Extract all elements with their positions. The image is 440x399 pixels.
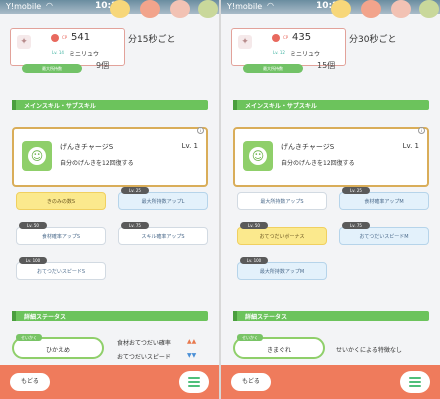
main-skill-name: げんきチャージS — [60, 143, 114, 151]
main-skill-desc: 自分のげんきを12回復する — [60, 160, 134, 167]
main-skill-name: げんきチャージS — [281, 143, 335, 151]
wifi-icon: ◠ — [46, 1, 53, 10]
nature-card[interactable]: せいかく ひかえめ — [12, 334, 104, 359]
nature-effect: おてつだいスピード — [117, 354, 171, 361]
section-header-skills: メインスキル・サブスキル — [233, 100, 429, 110]
menu-button[interactable] — [179, 371, 209, 393]
help-interval: 分15秒ごと — [128, 35, 176, 45]
nature-value: きまぐれ — [266, 347, 291, 354]
info-icon[interactable]: i — [418, 127, 425, 134]
help-interval: 分30秒ごと — [349, 35, 397, 45]
down-arrow-icon: ▼▼ — [187, 352, 197, 359]
pokemon-name: ミニリュウ — [69, 51, 100, 58]
back-button[interactable]: もどる — [231, 373, 271, 391]
subskill-button[interactable]: おてつだいスピードS — [16, 262, 106, 280]
max-carry-button[interactable]: 最大所持数 — [243, 64, 303, 73]
main-skill-desc: 自分のげんきを12回復する — [281, 160, 355, 167]
cp-value: 541 — [71, 32, 91, 43]
main-skill-level: Lv. 1 — [181, 142, 198, 150]
pokemon-thumb[interactable] — [140, 0, 160, 18]
info-icon[interactable]: i — [197, 127, 204, 134]
pokemon-level: Lv. 14 — [52, 50, 64, 55]
subskill-button[interactable]: 最大所持数アップS — [237, 192, 327, 210]
nature-effect: 食材おてつだい確率 — [117, 340, 171, 347]
screen-left: Y!mobile ◠ 10:22 ✦ CP 541 Lv. 14 ミニリュウ 分… — [0, 0, 219, 399]
subskill-button[interactable]: 最大所持数アップM — [237, 262, 327, 280]
carrier-label: Y!mobile — [6, 2, 42, 11]
max-carry-button[interactable]: 最大所持数 — [22, 64, 82, 73]
pokemon-thumb[interactable] — [419, 0, 439, 18]
subskill-button[interactable]: おてつだいスピードM — [339, 227, 429, 245]
skill-icon: ☺ — [22, 141, 52, 171]
subskill-button[interactable]: 食材確率アップM — [339, 192, 429, 210]
pokemon-thumb[interactable] — [331, 0, 351, 18]
pokemon-thumb[interactable] — [110, 0, 130, 18]
cp-label: CP — [283, 35, 289, 40]
subskill-level-tag: Lv. 75 — [121, 222, 149, 229]
bottom-bar: もどる — [0, 365, 219, 399]
subskill-level-tag: Lv. 50 — [240, 222, 268, 229]
nature-tag: せいかく — [237, 334, 263, 341]
cp-label: CP — [62, 35, 68, 40]
back-button[interactable]: もどる — [10, 373, 50, 391]
carry-count: 15個 — [317, 61, 336, 70]
section-header-status: 詳細ステータス — [12, 311, 208, 321]
pokemon-name: ミニリュウ — [290, 51, 321, 58]
section-title: 詳細ステータス — [245, 314, 288, 321]
wifi-icon: ◠ — [267, 1, 274, 10]
subskill-level-tag: Lv. 75 — [342, 222, 370, 229]
section-header-status: 詳細ステータス — [233, 311, 429, 321]
section-title: メインスキル・サブスキル — [24, 103, 96, 110]
menu-icon — [188, 377, 200, 387]
pokemon-sprite-icon: ✦ — [238, 35, 252, 49]
pokemon-thumb[interactable] — [170, 0, 190, 18]
subskill-level-tag: Lv. 25 — [342, 187, 370, 194]
nature-tag: せいかく — [16, 334, 42, 341]
cp-value: 435 — [292, 32, 312, 43]
subskill-button[interactable]: スキル確率アップS — [118, 227, 208, 245]
main-skill-level: Lv. 1 — [402, 142, 419, 150]
cp-icon — [51, 34, 59, 42]
nature-value: ひかえめ — [45, 347, 70, 354]
screen-right: Y!mobile ◠ 10:22 ✦ CP 435 Lv. 12 ミニリュウ 分… — [221, 0, 440, 399]
carry-count: 9個 — [96, 61, 110, 70]
up-arrow-icon: ▲▲ — [187, 338, 197, 345]
nature-card[interactable]: せいかく きまぐれ — [233, 334, 325, 359]
subskill-level-tag: Lv. 100 — [19, 257, 47, 264]
carrier-label: Y!mobile — [227, 2, 263, 11]
skill-icon: ☺ — [243, 141, 273, 171]
pokemon-thumb[interactable] — [198, 0, 218, 18]
menu-icon — [409, 377, 421, 387]
pokemon-strip — [110, 0, 219, 20]
pokemon-level: Lv. 12 — [273, 50, 285, 55]
pokemon-strip — [331, 0, 440, 20]
pokemon-thumb[interactable] — [391, 0, 411, 18]
pokemon-sprite-icon: ✦ — [17, 35, 31, 49]
section-title: メインスキル・サブスキル — [245, 103, 317, 110]
section-title: 詳細ステータス — [24, 314, 67, 321]
section-header-skills: メインスキル・サブスキル — [12, 100, 208, 110]
subskill-button[interactable]: おてつだいボーナス — [237, 227, 327, 245]
main-skill-card[interactable]: i ☺ げんきチャージS Lv. 1 自分のげんきを12回復する — [12, 127, 208, 187]
subskill-level-tag: Lv. 50 — [19, 222, 47, 229]
cp-icon — [272, 34, 280, 42]
nature-effect: せいかくによる特徴なし — [336, 347, 402, 354]
subskill-button[interactable]: きのみの数S — [16, 192, 106, 210]
bottom-bar: もどる — [221, 365, 440, 399]
subskill-level-tag: Lv. 100 — [240, 257, 268, 264]
menu-button[interactable] — [400, 371, 430, 393]
main-skill-card[interactable]: i ☺ げんきチャージS Lv. 1 自分のげんきを12回復する — [233, 127, 429, 187]
subskill-button[interactable]: 最大所持数アップL — [118, 192, 208, 210]
subskill-button[interactable]: 食材確率アップS — [16, 227, 106, 245]
pokemon-thumb[interactable] — [361, 0, 381, 18]
subskill-level-tag: Lv. 25 — [121, 187, 149, 194]
